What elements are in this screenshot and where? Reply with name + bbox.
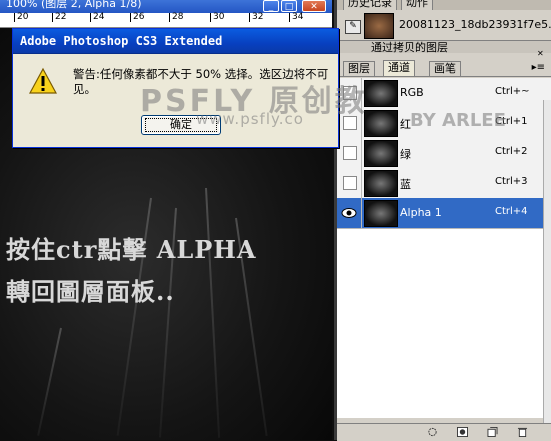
- new-channel-icon[interactable]: [487, 427, 498, 437]
- watermark-author: BY ARLEE: [410, 110, 506, 131]
- eye-icon[interactable]: [341, 207, 357, 219]
- history-tab-bar: 历史记录 动作: [337, 0, 551, 10]
- history-state-row[interactable]: 通过拷贝的图层: [337, 41, 551, 54]
- ruler-tick: 32: [249, 13, 263, 22]
- hair-strand: [205, 187, 221, 438]
- channel-list-scrollbar[interactable]: [543, 100, 551, 440]
- warning-icon: [29, 67, 57, 94]
- visibility-cell[interactable]: [337, 168, 362, 198]
- dialog-titlebar[interactable]: Adobe Photoshop CS3 Extended: [13, 29, 338, 54]
- ruler-tick: 26: [130, 13, 144, 22]
- channel-shortcut: Ctrl+~: [495, 86, 530, 97]
- channel-name: RGB: [400, 86, 424, 99]
- channel-row-alpha-1[interactable]: Alpha 1 Ctrl+4: [337, 198, 551, 229]
- channel-thumbnail: [364, 110, 398, 137]
- snapshot-label: 20081123_18db23931f7e5...: [399, 18, 551, 31]
- visibility-toggle[interactable]: [343, 146, 357, 160]
- ruler-tick: 30: [210, 13, 224, 22]
- visibility-toggle[interactable]: [343, 176, 357, 190]
- ruler-tick: 28: [169, 13, 183, 22]
- panel-tab-bar: 图层 通道 画笔 ✕ ▸≡: [337, 50, 551, 77]
- channel-name: Alpha 1: [400, 206, 442, 219]
- tab-brushes[interactable]: 画笔: [429, 61, 461, 76]
- channel-row-blue[interactable]: 蓝 Ctrl+3: [337, 168, 551, 199]
- dialog-title: Adobe Photoshop CS3 Extended: [20, 34, 223, 48]
- channel-name: 绿: [400, 148, 411, 161]
- visibility-cell[interactable]: [337, 198, 362, 228]
- channel-row-green[interactable]: 绿 Ctrl+2: [337, 138, 551, 169]
- horizontal-ruler[interactable]: 20 22 24 26 28 30 32 34: [0, 13, 332, 28]
- load-selection-icon[interactable]: [427, 427, 438, 437]
- history-state-label: 通过拷贝的图层: [371, 41, 448, 54]
- document-titlebar[interactable]: 100% (图层 2, Alpha 1/8) _ □ ✕: [0, 0, 332, 13]
- close-button[interactable]: ✕: [302, 0, 326, 12]
- channel-thumbnail: [364, 170, 398, 197]
- ruler-tick: 24: [90, 13, 104, 22]
- ruler-tick: 20: [14, 13, 28, 22]
- minimize-button[interactable]: _: [263, 0, 279, 12]
- channel-name: 蓝: [400, 178, 411, 191]
- history-snapshot[interactable]: ✎ 20081123_18db23931f7e5...: [337, 10, 551, 41]
- annotation-line-1: 按住ctr點擊 ALPHA: [6, 235, 257, 264]
- channel-shortcut: Ctrl+4: [495, 206, 528, 217]
- delete-channel-icon[interactable]: [517, 427, 528, 437]
- channels-footer: [337, 423, 551, 441]
- tab-history[interactable]: 历史记录: [343, 0, 397, 10]
- channel-thumbnail: [364, 80, 398, 107]
- channel-shortcut: Ctrl+2: [495, 146, 528, 157]
- ruler-tick: 22: [52, 13, 66, 22]
- channel-row-rgb[interactable]: RGB Ctrl+~: [337, 78, 551, 109]
- panel-close-icon[interactable]: ✕: [537, 50, 545, 58]
- maximize-button[interactable]: □: [281, 0, 297, 12]
- right-panel-dock: 历史记录 动作 ✎ 20081123_18db23931f7e5... 通过拷贝…: [334, 0, 551, 441]
- channel-shortcut: Ctrl+3: [495, 176, 528, 187]
- channel-thumbnail: [364, 140, 398, 167]
- tab-layers[interactable]: 图层: [343, 61, 375, 76]
- visibility-cell[interactable]: [337, 138, 362, 168]
- document-title: 100% (图层 2, Alpha 1/8): [6, 0, 142, 10]
- ruler-tick: 34: [289, 13, 303, 22]
- history-brush-icon[interactable]: ✎: [345, 20, 361, 34]
- watermark-url: www.psfly.co: [196, 110, 304, 128]
- snapshot-thumbnail: [364, 13, 394, 39]
- annotation-line-2: 轉回圖層面板..: [6, 277, 175, 306]
- tab-actions[interactable]: 动作: [401, 0, 433, 10]
- panel-menu-icon[interactable]: ▸≡: [532, 62, 545, 73]
- save-selection-icon[interactable]: [457, 427, 468, 437]
- channel-thumbnail: [364, 200, 398, 227]
- hair-strand: [37, 327, 62, 436]
- tab-channels[interactable]: 通道: [383, 60, 415, 76]
